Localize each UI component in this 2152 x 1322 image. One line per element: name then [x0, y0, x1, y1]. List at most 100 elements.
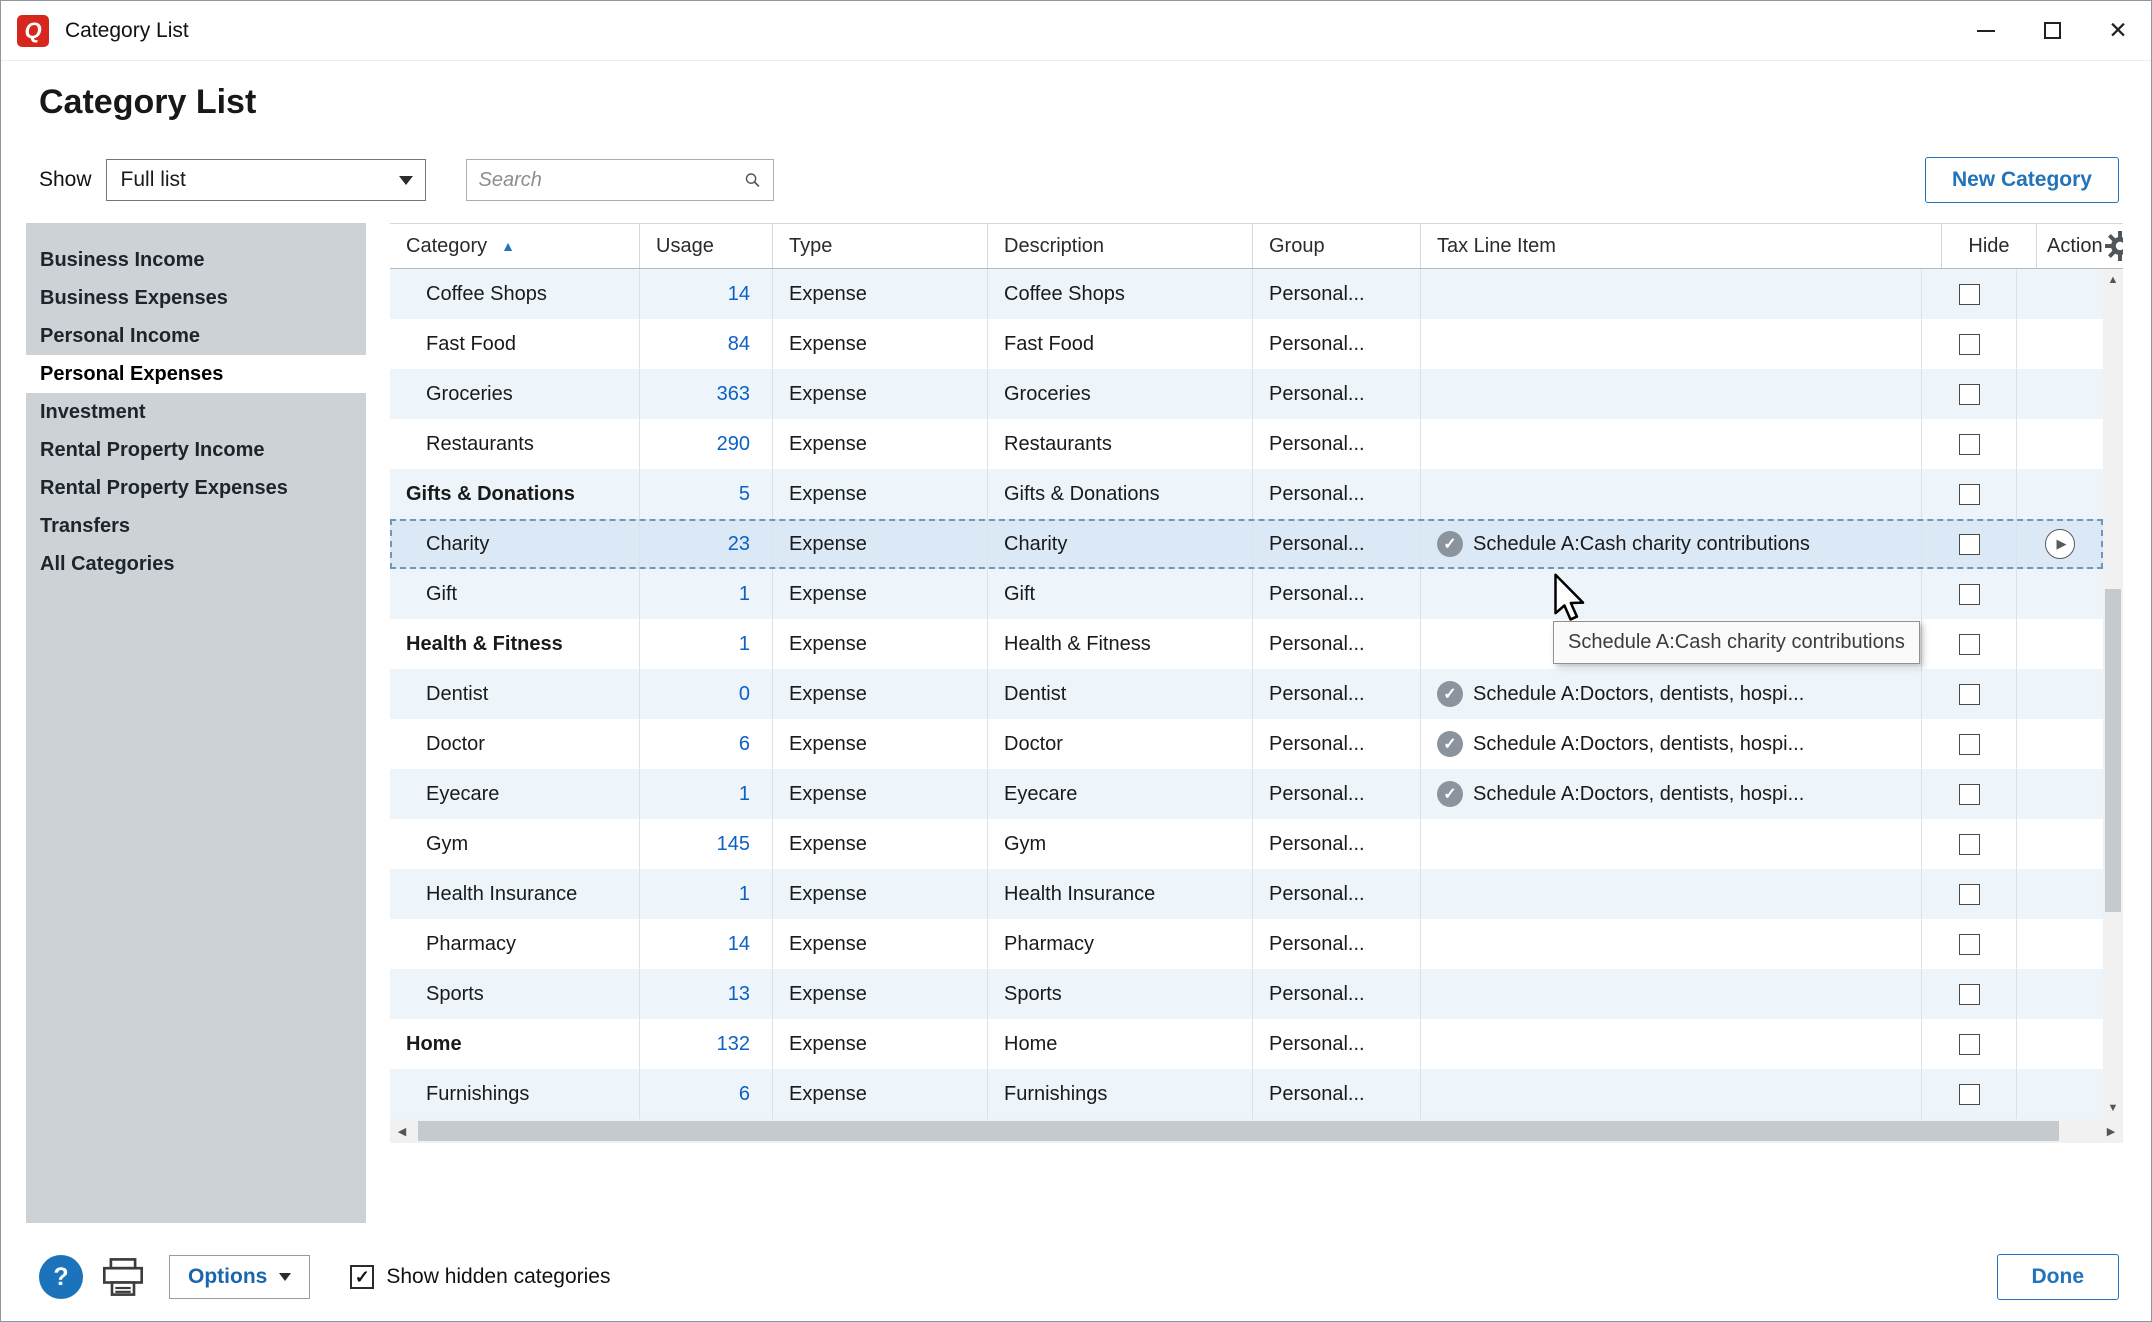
hide-checkbox[interactable]	[1959, 484, 1980, 505]
main-area: Business IncomeBusiness ExpensesPersonal…	[26, 223, 2123, 1223]
usage-count[interactable]: 14	[640, 269, 773, 319]
hide-checkbox[interactable]	[1959, 934, 1980, 955]
sidebar-item-investment[interactable]: Investment	[26, 393, 366, 431]
column-header-hide[interactable]: Hide	[1942, 224, 2037, 268]
column-header-category[interactable]: Category ▲	[390, 224, 640, 268]
horizontal-scrollbar[interactable]: ◀ ▶	[390, 1119, 2123, 1143]
usage-count[interactable]: 23	[640, 519, 773, 569]
maximize-button[interactable]	[2019, 1, 2085, 60]
group-cell: Personal...	[1253, 519, 1421, 569]
table-row[interactable]: Restaurants290ExpenseRestaurantsPersonal…	[390, 419, 2103, 469]
sidebar-item-all-categories[interactable]: All Categories	[26, 545, 366, 583]
hide-checkbox[interactable]	[1959, 284, 1980, 305]
show-filter-dropdown[interactable]: Full list	[106, 159, 426, 201]
new-category-button[interactable]: New Category	[1925, 157, 2119, 203]
table-row[interactable]: Home132ExpenseHomePersonal...	[390, 1019, 2103, 1069]
usage-count[interactable]: 1	[640, 769, 773, 819]
vertical-scroll-thumb[interactable]	[2105, 589, 2121, 911]
table-row[interactable]: Gift1ExpenseGiftPersonal...	[390, 569, 2103, 619]
table-row[interactable]: Groceries363ExpenseGroceriesPersonal...	[390, 369, 2103, 419]
tax-check-icon: ✓	[1437, 731, 1463, 757]
table-row[interactable]: Gym145ExpenseGymPersonal...	[390, 819, 2103, 869]
usage-count[interactable]: 13	[640, 969, 773, 1019]
usage-count[interactable]: 1	[640, 569, 773, 619]
horizontal-scroll-thumb[interactable]	[418, 1121, 2059, 1141]
description-cell: Charity	[988, 519, 1253, 569]
show-hidden-checkbox[interactable]: ✓	[350, 1265, 374, 1289]
sidebar-item-personal-income[interactable]: Personal Income	[26, 317, 366, 355]
usage-count[interactable]: 6	[640, 719, 773, 769]
vertical-scrollbar[interactable]: ▲ ▼	[2103, 269, 2123, 1119]
done-button[interactable]: Done	[1997, 1254, 2120, 1300]
scroll-left-icon[interactable]: ◀	[390, 1119, 414, 1143]
table-row[interactable]: Furnishings6ExpenseFurnishingsPersonal..…	[390, 1069, 2103, 1119]
hide-checkbox[interactable]	[1959, 334, 1980, 355]
table-row[interactable]: Coffee Shops14ExpenseCoffee ShopsPersona…	[390, 269, 2103, 319]
table-row[interactable]: Dentist0ExpenseDentistPersonal...✓Schedu…	[390, 669, 2103, 719]
action-cell	[2017, 369, 2103, 419]
row-action-button[interactable]: ▶	[2045, 529, 2075, 559]
search-box[interactable]	[466, 159, 774, 201]
hide-checkbox[interactable]	[1959, 834, 1980, 855]
sidebar-item-personal-expenses[interactable]: Personal Expenses	[26, 355, 366, 393]
usage-count[interactable]: 6	[640, 1069, 773, 1119]
column-header-tax-line[interactable]: Tax Line Item	[1421, 224, 1942, 268]
scroll-down-icon[interactable]: ▼	[2103, 1097, 2123, 1119]
usage-count[interactable]: 132	[640, 1019, 773, 1069]
table-row[interactable]: Charity23ExpenseCharityPersonal...✓Sched…	[390, 519, 2103, 569]
sidebar-item-transfers[interactable]: Transfers	[26, 507, 366, 545]
scroll-right-icon[interactable]: ▶	[2099, 1119, 2123, 1143]
horizontal-scroll-track[interactable]	[414, 1119, 2099, 1143]
action-cell	[2017, 969, 2103, 1019]
close-button[interactable]: ✕	[2085, 1, 2151, 60]
sidebar-item-business-expenses[interactable]: Business Expenses	[26, 279, 366, 317]
table-row[interactable]: Sports13ExpenseSportsPersonal...	[390, 969, 2103, 1019]
scroll-up-icon[interactable]: ▲	[2103, 269, 2123, 291]
hide-checkbox[interactable]	[1959, 384, 1980, 405]
sidebar-item-business-income[interactable]: Business Income	[26, 241, 366, 279]
sidebar-item-rental-property-income[interactable]: Rental Property Income	[26, 431, 366, 469]
hide-checkbox[interactable]	[1959, 984, 1980, 1005]
hide-checkbox[interactable]	[1959, 1034, 1980, 1055]
column-header-description[interactable]: Description	[988, 224, 1253, 268]
usage-count[interactable]: 1	[640, 619, 773, 669]
sidebar-item-rental-property-expenses[interactable]: Rental Property Expenses	[26, 469, 366, 507]
options-button[interactable]: Options	[169, 1255, 310, 1299]
type-cell: Expense	[773, 419, 988, 469]
vertical-scroll-track[interactable]	[2103, 291, 2123, 1097]
search-input[interactable]	[479, 169, 744, 192]
table-row[interactable]: Pharmacy14ExpensePharmacyPersonal...	[390, 919, 2103, 969]
hide-checkbox[interactable]	[1959, 884, 1980, 905]
table-row[interactable]: Health Insurance1ExpenseHealth Insurance…	[390, 869, 2103, 919]
column-header-usage[interactable]: Usage	[640, 224, 773, 268]
help-button[interactable]: ?	[39, 1255, 83, 1299]
hide-checkbox[interactable]	[1959, 684, 1980, 705]
hide-checkbox[interactable]	[1959, 434, 1980, 455]
usage-count[interactable]: 14	[640, 919, 773, 969]
usage-count[interactable]: 5	[640, 469, 773, 519]
column-header-type[interactable]: Type	[773, 224, 988, 268]
description-cell: Furnishings	[988, 1069, 1253, 1119]
hide-checkbox[interactable]	[1959, 634, 1980, 655]
usage-count[interactable]: 84	[640, 319, 773, 369]
table-row[interactable]: Eyecare1ExpenseEyecarePersonal...✓Schedu…	[390, 769, 2103, 819]
usage-count[interactable]: 145	[640, 819, 773, 869]
usage-count[interactable]: 290	[640, 419, 773, 469]
hide-checkbox[interactable]	[1959, 584, 1980, 605]
hide-checkbox[interactable]	[1959, 784, 1980, 805]
minimize-button[interactable]	[1953, 1, 2019, 60]
usage-count[interactable]: 0	[640, 669, 773, 719]
hide-cell	[1922, 619, 2017, 669]
hide-checkbox[interactable]	[1959, 1084, 1980, 1105]
table-row[interactable]: Doctor6ExpenseDoctorPersonal...✓Schedule…	[390, 719, 2103, 769]
usage-count[interactable]: 363	[640, 369, 773, 419]
table-row[interactable]: Gifts & Donations5ExpenseGifts & Donatio…	[390, 469, 2103, 519]
column-header-action[interactable]: Action	[2037, 224, 2123, 268]
print-button[interactable]	[101, 1257, 145, 1297]
table-row[interactable]: Fast Food84ExpenseFast FoodPersonal...	[390, 319, 2103, 369]
column-header-group[interactable]: Group	[1253, 224, 1421, 268]
usage-count[interactable]: 1	[640, 869, 773, 919]
hide-checkbox[interactable]	[1959, 734, 1980, 755]
hide-checkbox[interactable]	[1959, 534, 1980, 555]
gear-icon[interactable]	[2105, 231, 2123, 261]
